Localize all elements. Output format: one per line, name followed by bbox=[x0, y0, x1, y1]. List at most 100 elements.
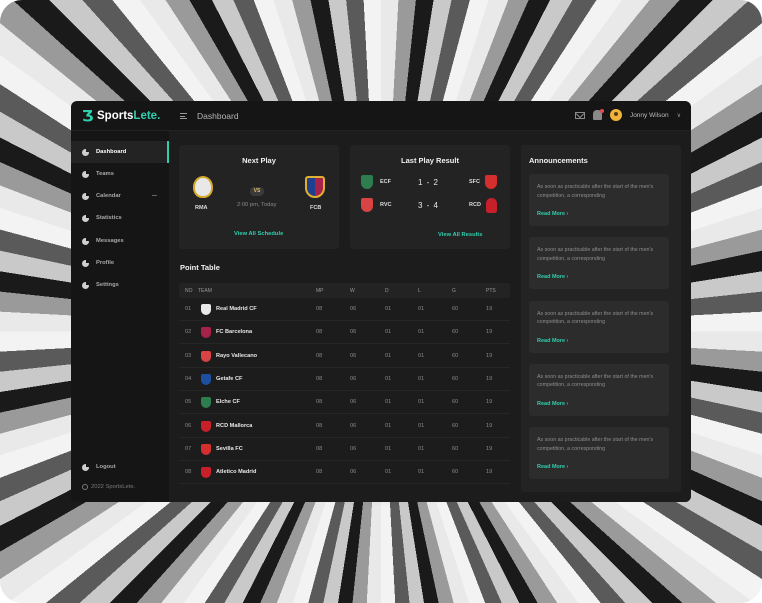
menu-icon[interactable] bbox=[180, 113, 187, 119]
away-team-code: FCB bbox=[310, 205, 322, 211]
collapse-icon[interactable] bbox=[152, 195, 157, 196]
announcement-card: As soon as practicable after the start o… bbox=[529, 300, 669, 353]
cell-mp: 08 bbox=[316, 352, 323, 359]
sidebar-item-label: Dashboard bbox=[96, 149, 127, 155]
chevron-down-icon[interactable]: ∨ bbox=[677, 112, 681, 119]
sidebar-item-label: Statistics bbox=[96, 215, 122, 221]
app-window: Ʒ SportsLete. Dashboard Jonny Wilson ∨ D… bbox=[71, 101, 691, 502]
sidebar-item-label: Calendar bbox=[96, 193, 121, 199]
cell-mp: 08 bbox=[316, 375, 323, 382]
table-row[interactable]: Real Madrid CF 01 08 06 01 01 60 19 bbox=[179, 298, 510, 321]
read-more-link[interactable]: Read More › bbox=[537, 464, 569, 470]
table-row[interactable]: Sevilla FC 07 08 06 01 01 60 19 bbox=[179, 438, 510, 461]
cell-d: 01 bbox=[385, 399, 392, 406]
cell-no: 03 bbox=[185, 352, 192, 359]
cell-pts: 19 bbox=[486, 399, 493, 406]
copyright-icon bbox=[82, 484, 88, 490]
cell-no: 04 bbox=[185, 375, 192, 382]
avatar[interactable] bbox=[609, 109, 622, 121]
cell-l: 01 bbox=[418, 469, 425, 476]
cell-no: 02 bbox=[185, 329, 192, 336]
sidebar-item-dashboard[interactable]: Dashboard bbox=[71, 141, 169, 163]
table-row[interactable]: FC Barcelona 02 08 06 01 01 60 19 bbox=[179, 321, 510, 345]
barcelona-crest-icon bbox=[305, 176, 325, 198]
cell-no: 07 bbox=[185, 445, 192, 452]
cell-g: 60 bbox=[452, 445, 459, 452]
team-name: Sevilla FC bbox=[216, 445, 243, 452]
match-away-team: RCD bbox=[469, 202, 481, 208]
cell-no: 06 bbox=[185, 422, 192, 429]
team-name: Getafe CF bbox=[216, 375, 243, 382]
mail-icon[interactable] bbox=[574, 111, 585, 119]
chevron-right-icon: › bbox=[565, 400, 569, 407]
cell-g: 60 bbox=[452, 469, 459, 476]
user-name[interactable]: Jonny Wilson bbox=[630, 112, 669, 119]
logout-icon bbox=[82, 463, 89, 471]
cell-w: 06 bbox=[350, 445, 357, 452]
read-more-link[interactable]: Read More › bbox=[537, 211, 569, 217]
cell-pts: 19 bbox=[486, 422, 493, 429]
table-row[interactable]: RCD Mallorca 06 08 06 01 01 60 19 bbox=[179, 415, 510, 438]
sidebar-item-messages[interactable]: Messages bbox=[71, 230, 169, 252]
card-title: Next Play bbox=[242, 156, 276, 165]
sidebar-item-calendar[interactable]: Calendar bbox=[71, 185, 169, 207]
vs-badge: VS bbox=[250, 187, 264, 196]
cell-g: 60 bbox=[452, 375, 459, 382]
sidebar-item-statistics[interactable]: Statistics bbox=[71, 207, 169, 229]
cell-g: 60 bbox=[452, 306, 459, 312]
bell-icon[interactable] bbox=[592, 109, 604, 120]
table-row[interactable]: Getafe CF 04 08 06 01 01 60 19 bbox=[179, 368, 510, 391]
match-away-team: SFC bbox=[469, 179, 480, 185]
pie-chart-icon bbox=[82, 281, 89, 289]
view-all-results-link[interactable]: View All Results bbox=[438, 232, 482, 238]
cell-w: 06 bbox=[350, 375, 357, 382]
read-more-link[interactable]: Read More › bbox=[537, 401, 569, 407]
last-result-card: Last Play Result ECF 1 - 2 SFC RVC 3 - 4… bbox=[350, 145, 510, 249]
column-header: NO bbox=[185, 288, 193, 294]
cell-d: 01 bbox=[385, 352, 392, 359]
logo-text: SportsLete. bbox=[97, 110, 161, 122]
cell-mp: 08 bbox=[316, 306, 323, 312]
next-play-card: Next Play RMA VS 2:00 pm, Today FCB View… bbox=[179, 145, 339, 249]
cell-pts: 19 bbox=[486, 469, 493, 476]
cell-pts: 19 bbox=[486, 445, 493, 452]
table-row[interactable]: Elche CF 05 08 06 01 01 60 19 bbox=[179, 391, 510, 415]
logo[interactable]: Ʒ SportsLete. bbox=[82, 109, 161, 124]
cell-w: 06 bbox=[350, 399, 357, 406]
announcements-panel: Announcements As soon as practicable aft… bbox=[521, 145, 681, 492]
chevron-right-icon: › bbox=[565, 464, 569, 471]
read-more-link[interactable]: Read More › bbox=[537, 338, 569, 344]
sidebar-item-profile[interactable]: Profile bbox=[71, 252, 169, 274]
sidebar-item-teams[interactable]: Teams bbox=[71, 163, 169, 185]
announcement-text: As soon as practicable after the start o… bbox=[537, 184, 654, 199]
elche-crest-icon bbox=[361, 175, 373, 189]
main-content: Next Play RMA VS 2:00 pm, Today FCB View… bbox=[169, 131, 691, 502]
cell-d: 01 bbox=[385, 422, 392, 429]
announcement-text: As soon as practicable after the start o… bbox=[537, 373, 654, 389]
chevron-right-icon: › bbox=[565, 274, 569, 281]
view-all-schedule-link[interactable]: View All Schedule bbox=[234, 231, 283, 237]
announcements-title: Announcements bbox=[529, 156, 588, 165]
pie-chart-icon bbox=[82, 170, 89, 178]
sidebar-item-label: Profile bbox=[96, 260, 115, 266]
real-madrid-crest-icon bbox=[193, 176, 213, 198]
column-header: G bbox=[452, 288, 456, 294]
cell-l: 01 bbox=[418, 422, 425, 429]
sidebar-item-logout[interactable]: Logout bbox=[71, 456, 169, 478]
copyright: 2022 SportsLete. bbox=[82, 484, 135, 490]
top-bar: Ʒ SportsLete. Dashboard Jonny Wilson ∨ bbox=[71, 101, 691, 131]
table-row[interactable]: Atletico Madrid 08 08 06 01 01 60 19 bbox=[179, 461, 510, 485]
read-more-link[interactable]: Read More › bbox=[537, 274, 569, 280]
table-row[interactable]: Rayo Vallecano 03 08 06 01 01 60 19 bbox=[179, 345, 510, 368]
read-more-label: Read More bbox=[537, 337, 566, 344]
team-crest-icon bbox=[201, 420, 211, 432]
header-actions: Jonny Wilson ∨ bbox=[574, 109, 681, 121]
team-crest-icon bbox=[201, 467, 211, 479]
cell-mp: 08 bbox=[316, 445, 323, 452]
sidebar-item-settings[interactable]: Settings bbox=[71, 274, 169, 296]
match-home-team: RVC bbox=[380, 202, 392, 208]
cell-g: 60 bbox=[452, 399, 459, 406]
cell-pts: 19 bbox=[486, 306, 493, 312]
cell-l: 01 bbox=[418, 329, 425, 336]
column-header: MP bbox=[316, 288, 324, 294]
